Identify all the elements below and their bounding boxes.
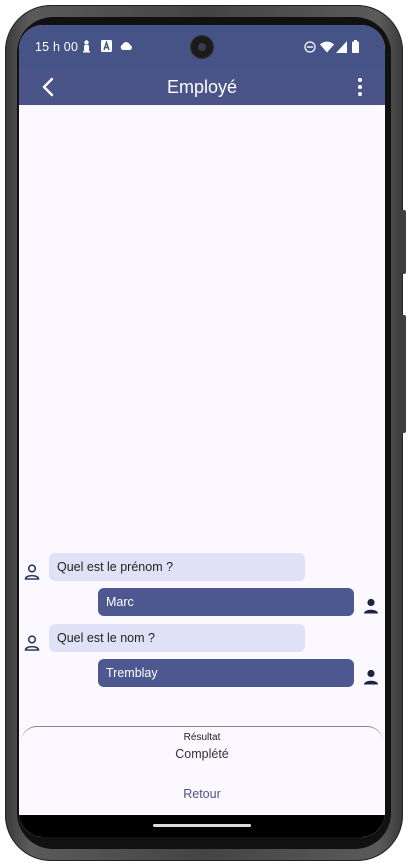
question-bubble: Quel est le nom ? [49,624,305,652]
user-person-icon [364,669,378,685]
navigation-bar [19,815,385,837]
wifi-icon [320,41,334,53]
list-item: Marc [19,588,385,618]
question-bubble: Quel est le prénom ? [49,553,305,581]
answer-bubble: Marc [98,588,354,616]
user-person-icon [364,598,378,614]
front-camera [191,36,213,58]
status-time: 15 h 00 [35,40,79,54]
dnd-icon [304,41,316,53]
result-value: Complété [175,747,229,761]
result-label: Résultat [183,732,221,743]
list-item: Tremblay [19,659,385,689]
home-handle[interactable] [153,824,251,827]
app-a-icon [101,40,112,52]
list-item: Quel est le prénom ? [19,553,385,583]
signal-icon [336,41,347,53]
list-item: Quel est le nom ? [19,624,385,654]
bot-person-icon [24,564,40,580]
app-bar: Employé [19,69,385,105]
page-title: Employé [166,77,238,97]
power-button [401,210,406,274]
person-icon [83,40,90,53]
battery-icon [352,40,359,53]
volume-button [401,315,406,433]
more-menu-icon[interactable] [355,77,365,97]
return-button[interactable]: Retour [21,787,383,801]
status-bar: 15 h 00 [19,25,385,69]
screen: 15 h 00 Employé Quel est le prénom ? Mar… [19,25,385,837]
cloud-icon [120,42,132,50]
answer-bubble: Tremblay [98,659,354,687]
bot-person-icon [24,635,40,651]
